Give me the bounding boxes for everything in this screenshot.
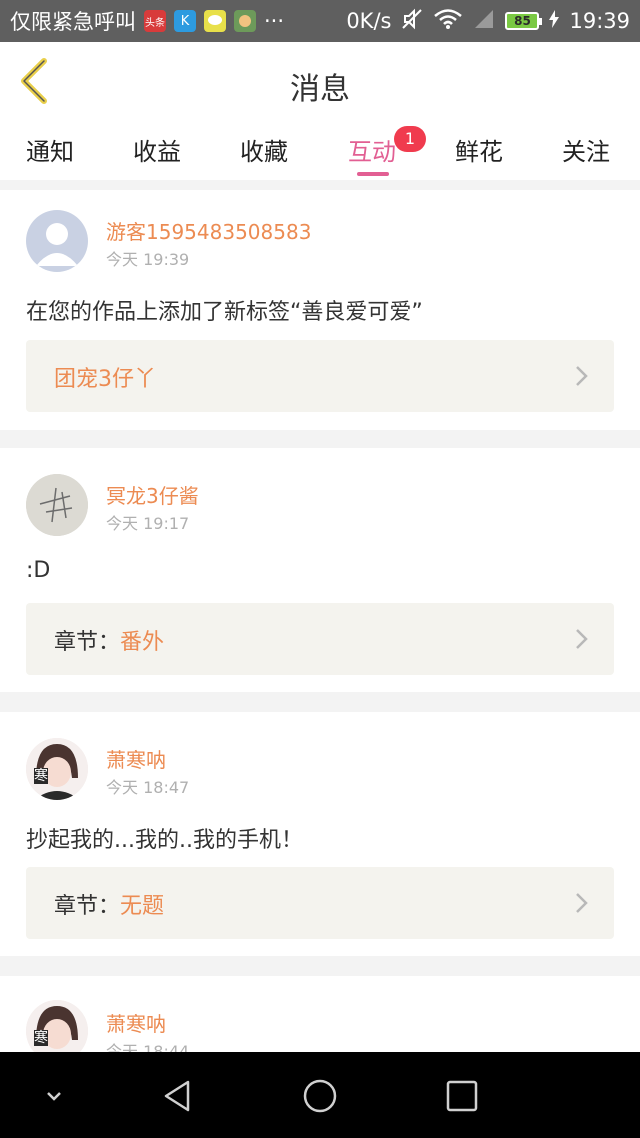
message-item: 游客1595483508583 今天 19:39 在您的作品上添加了新标签“善良…	[0, 190, 640, 430]
chapter-name: 无题	[120, 894, 165, 919]
chevron-right-icon	[576, 366, 588, 386]
username[interactable]: 萧寒呐	[106, 744, 166, 773]
timestamp: 今天 19:39	[106, 250, 190, 269]
message-text: :D	[26, 558, 51, 583]
status-bar: 仅限紧急呼叫 头条 K ··· 0K/s 85 19:39	[0, 0, 640, 42]
home-nav-icon[interactable]	[300, 1076, 340, 1116]
carrier-text: 仅限紧急呼叫	[10, 10, 136, 34]
avatar[interactable]	[26, 210, 88, 272]
username[interactable]: 游客1595483508583	[106, 216, 311, 245]
battery-icon: 85	[505, 12, 543, 30]
system-navigation-bar	[0, 1052, 640, 1138]
username[interactable]: 萧寒呐	[106, 1008, 166, 1037]
tab-flowers[interactable]: 鲜花	[455, 132, 503, 167]
recents-nav-icon[interactable]	[442, 1076, 482, 1116]
page-title: 消息	[290, 72, 350, 107]
active-tab-indicator	[357, 172, 389, 176]
work-link[interactable]: 团宠3仔丫	[26, 340, 614, 412]
chapter-prefix: 章节：	[54, 894, 121, 919]
message-item: 冥龙3仔酱 今天 19:17 :D 章节：番外	[0, 448, 640, 692]
wifi-icon	[433, 8, 463, 35]
tab-earnings[interactable]: 收益	[133, 132, 181, 167]
kugou-app-icon: K	[174, 10, 196, 32]
tab-interactions[interactable]: 互动 1	[348, 126, 426, 167]
chapter-link[interactable]: 章节：番外	[26, 603, 614, 675]
chevron-right-icon	[576, 629, 588, 649]
message-item: 寒 萧寒呐 今天 18:44	[0, 976, 640, 1052]
username[interactable]: 冥龙3仔酱	[106, 480, 199, 509]
avatar[interactable]: 寒	[26, 1000, 88, 1052]
network-speed: 0K/s	[346, 9, 392, 33]
timestamp: 今天 18:44	[106, 1042, 190, 1052]
back-nav-icon[interactable]	[158, 1076, 198, 1116]
chat-app-icon	[204, 10, 226, 32]
chapter-name: 番外	[120, 630, 165, 655]
hide-keyboard-icon[interactable]	[34, 1076, 74, 1116]
toutiao-app-icon: 头条	[144, 10, 166, 32]
message-item: 寒 萧寒呐 今天 18:47 抄起我的...我的..我的手机！ 章节：无题	[0, 712, 640, 956]
chapter-link[interactable]: 章节：无题	[26, 867, 614, 939]
mute-icon	[401, 8, 423, 35]
avatar[interactable]	[26, 474, 88, 536]
signal-icon	[473, 8, 495, 35]
chapter-prefix: 章节：	[54, 630, 121, 655]
tab-interactions-label: 互动	[348, 138, 396, 166]
chapter-title: 章节：番外	[54, 624, 164, 656]
tab-bar: 通知 收益 收藏 互动 1 鲜花 关注	[0, 122, 640, 180]
charging-icon	[549, 9, 560, 33]
timestamp: 今天 18:47	[106, 778, 190, 797]
clock: 19:39	[569, 9, 630, 33]
unread-badge: 1	[394, 126, 426, 152]
game-app-icon	[234, 10, 256, 32]
tab-following[interactable]: 关注	[562, 132, 610, 167]
avatar-badge: 寒	[34, 768, 48, 784]
tab-favorites[interactable]: 收藏	[240, 132, 288, 167]
more-notifications-icon: ···	[264, 9, 285, 33]
sketch-avatar-icon	[26, 474, 88, 536]
tab-notifications[interactable]: 通知	[26, 132, 74, 167]
work-title: 团宠3仔丫	[54, 361, 156, 393]
avatar[interactable]: 寒	[26, 738, 88, 800]
default-user-icon	[36, 223, 78, 266]
ref-title: 团宠3仔丫	[54, 367, 156, 392]
avatar-badge: 寒	[34, 1030, 48, 1046]
chevron-right-icon	[576, 893, 588, 913]
message-text: 抄起我的...我的..我的手机！	[26, 828, 303, 853]
chapter-title: 章节：无题	[54, 888, 164, 920]
header: 消息	[0, 42, 640, 123]
message-text: 在您的作品上添加了新标签“善良爱可爱”	[26, 300, 423, 325]
timestamp: 今天 19:17	[106, 514, 190, 533]
